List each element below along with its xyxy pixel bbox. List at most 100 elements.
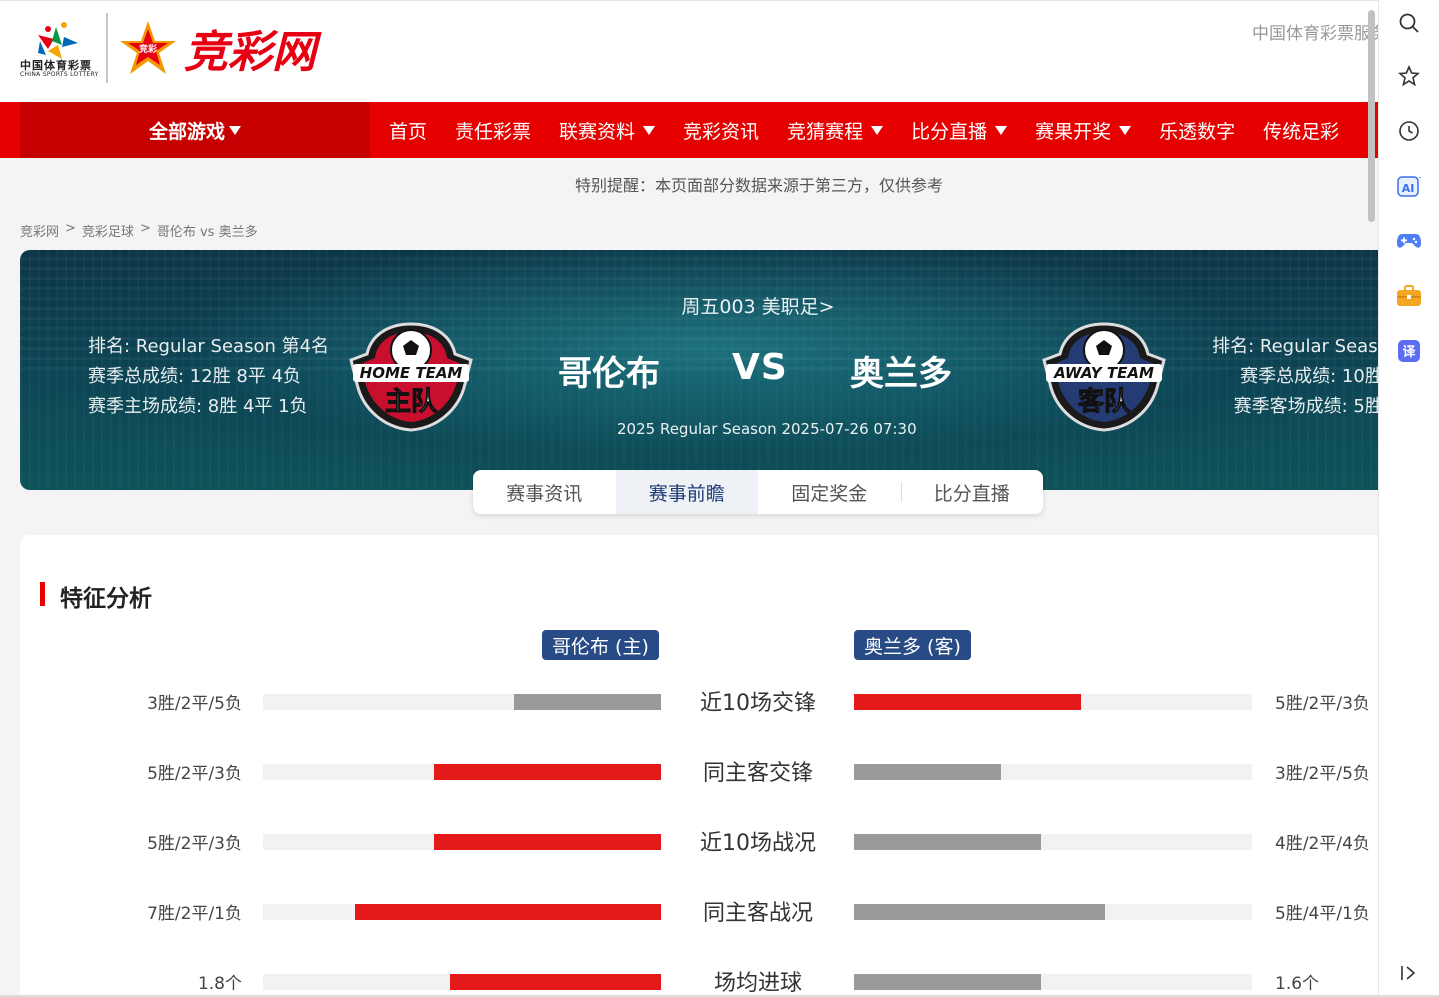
breadcrumb: 竞彩网 > 竞彩足球 > 哥伦布 vs 奥兰多 bbox=[20, 221, 258, 240]
toolbox-icon[interactable] bbox=[1396, 283, 1422, 309]
tab-0[interactable]: 赛事资讯 bbox=[473, 470, 616, 514]
home-bar-fill bbox=[450, 974, 661, 990]
away-bar-fill bbox=[854, 834, 1042, 850]
home-team-badge: HOME TEAM 主队 bbox=[349, 322, 473, 432]
vs-label: VS bbox=[732, 347, 788, 388]
home-season-total: 赛季总成绩: 12胜 8平 4负 bbox=[88, 366, 302, 387]
home-value: 1.8个 bbox=[197, 974, 242, 994]
away-bar-fill bbox=[854, 764, 1002, 780]
home-bar-track bbox=[263, 834, 661, 850]
collapse-panel-icon[interactable] bbox=[1396, 960, 1422, 986]
nav-item-label: 比分直播 bbox=[911, 120, 988, 143]
breadcrumb-separator: > bbox=[139, 221, 151, 236]
nav-item-label: 联赛资料 bbox=[559, 120, 636, 143]
logo-badge-text: 竞彩 bbox=[138, 43, 157, 55]
translate-icon[interactable]: 译 bbox=[1396, 338, 1422, 364]
search-icon[interactable] bbox=[1396, 10, 1422, 36]
ai-icon[interactable]: AI+ bbox=[1396, 173, 1422, 199]
home-rank: 排名: Regular Season 第4名 bbox=[88, 336, 330, 357]
away-badge-top: AWAY TEAM bbox=[1053, 364, 1154, 382]
away-team-tag: 奥兰多 (客) bbox=[854, 630, 971, 660]
gamepad-icon[interactable] bbox=[1396, 228, 1422, 254]
star-icon[interactable] bbox=[1396, 63, 1422, 89]
home-bar-fill bbox=[434, 834, 661, 850]
away-bar-fill bbox=[854, 974, 1042, 990]
page-scrollbar[interactable] bbox=[1366, 0, 1378, 997]
jingcai-logo[interactable]: 竞彩 竞彩网 bbox=[118, 17, 354, 81]
breadcrumb-item[interactable]: 竞彩网 bbox=[20, 221, 59, 240]
home-value: 5胜/2平/3负 bbox=[147, 764, 242, 784]
nav-item-4[interactable]: 竞猜赛程 bbox=[773, 117, 897, 144]
away-value: 5胜/2平/3负 bbox=[1275, 694, 1370, 714]
feature-analysis-section: 特征分析 哥伦布 (主) 奥兰多 (客) 3胜/2平/5负 近10场交锋 5胜/2平… bbox=[20, 535, 1378, 997]
nav-item-label: 赛果开奖 bbox=[1035, 120, 1112, 143]
away-bar-track bbox=[854, 764, 1252, 780]
logo-divider bbox=[106, 13, 108, 83]
analysis-row: 5胜/2平/3负 同主客交锋 3胜/2平/5负 bbox=[20, 757, 1378, 787]
away-value: 3胜/2平/5负 bbox=[1275, 764, 1370, 784]
nav-item-6[interactable]: 赛果开奖 bbox=[1021, 117, 1145, 144]
nav-item-0[interactable]: 首页 bbox=[375, 117, 441, 144]
svg-text:AI: AI bbox=[1402, 182, 1415, 195]
home-bar-track bbox=[263, 694, 661, 710]
caret-down-icon bbox=[871, 125, 884, 135]
tab-1[interactable]: 赛事前瞻 bbox=[615, 470, 758, 514]
away-team-name[interactable]: 奥兰多 bbox=[850, 346, 952, 395]
all-games-menu[interactable]: 全部游戏 bbox=[20, 102, 370, 158]
browser-side-panel: AI+ 译 bbox=[1378, 0, 1439, 997]
away-value: 5胜/4平/1负 bbox=[1275, 904, 1370, 924]
nav-item-7[interactable]: 乐透数字 bbox=[1145, 117, 1249, 144]
nav-item-1[interactable]: 责任彩票 bbox=[441, 117, 545, 144]
tab-2[interactable]: 固定奖金 bbox=[758, 470, 901, 514]
nav-item-label: 乐透数字 bbox=[1159, 120, 1236, 143]
away-bar-track bbox=[854, 904, 1252, 920]
breadcrumb-item[interactable]: 竞彩足球 bbox=[82, 221, 134, 240]
web-page: 中国体育彩票 CHINA SPORTS LOTTERY 竞彩 竞彩网 中国体育彩… bbox=[0, 0, 1378, 997]
nav-item-label: 传统足彩 bbox=[1263, 120, 1340, 143]
metric-label: 场均进球 bbox=[713, 971, 802, 996]
away-bar-fill bbox=[854, 904, 1105, 920]
header-right-link[interactable]: 中国体育彩票服务 bbox=[1252, 19, 1378, 44]
away-rank: 排名: Regular Season bbox=[1212, 336, 1378, 357]
home-bar-fill bbox=[434, 764, 661, 780]
metric-label: 同主客战况 bbox=[702, 901, 813, 926]
home-bar-track bbox=[263, 904, 661, 920]
nav-item-5[interactable]: 比分直播 bbox=[897, 117, 1021, 144]
nav-item-8[interactable]: 传统足彩 bbox=[1249, 117, 1353, 144]
metric-label: 近10场交锋 bbox=[700, 691, 816, 716]
analysis-row: 7胜/2平/1负 同主客战况 5胜/4平/1负 bbox=[20, 897, 1378, 927]
match-banner: 周五003 美职足> 排名: Regular Season 第4名 赛季总成绩:… bbox=[20, 250, 1378, 490]
caret-down-icon bbox=[229, 125, 241, 135]
history-icon[interactable] bbox=[1396, 118, 1422, 144]
away-season-total: 赛季总成绩: 10胜 8 bbox=[1240, 366, 1378, 387]
home-bar-track bbox=[263, 764, 661, 780]
nav-item-2[interactable]: 联赛资料 bbox=[545, 117, 669, 144]
breadcrumb-item: 哥伦布 vs 奥兰多 bbox=[156, 225, 258, 240]
home-bar-fill bbox=[354, 904, 661, 920]
home-bar-fill bbox=[513, 694, 661, 710]
away-season-venue: 赛季客场成绩: 5胜 5 bbox=[1233, 396, 1378, 417]
tab-3[interactable]: 比分直播 bbox=[900, 470, 1044, 514]
away-bar-track bbox=[854, 694, 1252, 710]
home-badge-bottom: 主队 bbox=[385, 387, 438, 417]
caret-down-icon bbox=[1119, 125, 1132, 135]
svg-text:译: 译 bbox=[1402, 345, 1416, 360]
caret-down-icon bbox=[995, 125, 1008, 135]
caret-down-icon bbox=[643, 125, 656, 135]
home-season-venue: 赛季主场成绩: 8胜 4平 1负 bbox=[88, 396, 308, 417]
analysis-row: 3胜/2平/5负 近10场交锋 5胜/2平/3负 bbox=[20, 687, 1378, 717]
nav-item-label: 责任彩票 bbox=[455, 120, 532, 143]
nav-item-label: 首页 bbox=[389, 120, 428, 143]
nav-items: 首页 责任彩票 联赛资料 竞彩资讯 竞猜赛程 比分直播 赛果开奖 乐透数字 传统足彩 bbox=[375, 102, 1353, 158]
site-header: 中国体育彩票 CHINA SPORTS LOTTERY 竞彩 竞彩网 中国体育彩… bbox=[0, 0, 1378, 102]
analysis-row: 1.8个 场均进球 1.6个 bbox=[20, 967, 1378, 997]
nav-item-label: 竞猜赛程 bbox=[787, 120, 864, 143]
logo-site-text: 竞彩网 bbox=[184, 27, 322, 78]
nav-item-3[interactable]: 竞彩资讯 bbox=[669, 117, 773, 144]
away-value: 1.6个 bbox=[1275, 974, 1320, 994]
home-team-name[interactable]: 哥伦布 bbox=[558, 346, 660, 395]
league-link[interactable]: 周五003 美职足> bbox=[20, 292, 1378, 319]
away-bar-track bbox=[854, 974, 1252, 990]
away-team-info: 排名: Regular Season 赛季总成绩: 10胜 8 赛季客场成绩: … bbox=[1200, 332, 1378, 422]
scroll-thumb[interactable] bbox=[1368, 10, 1375, 222]
